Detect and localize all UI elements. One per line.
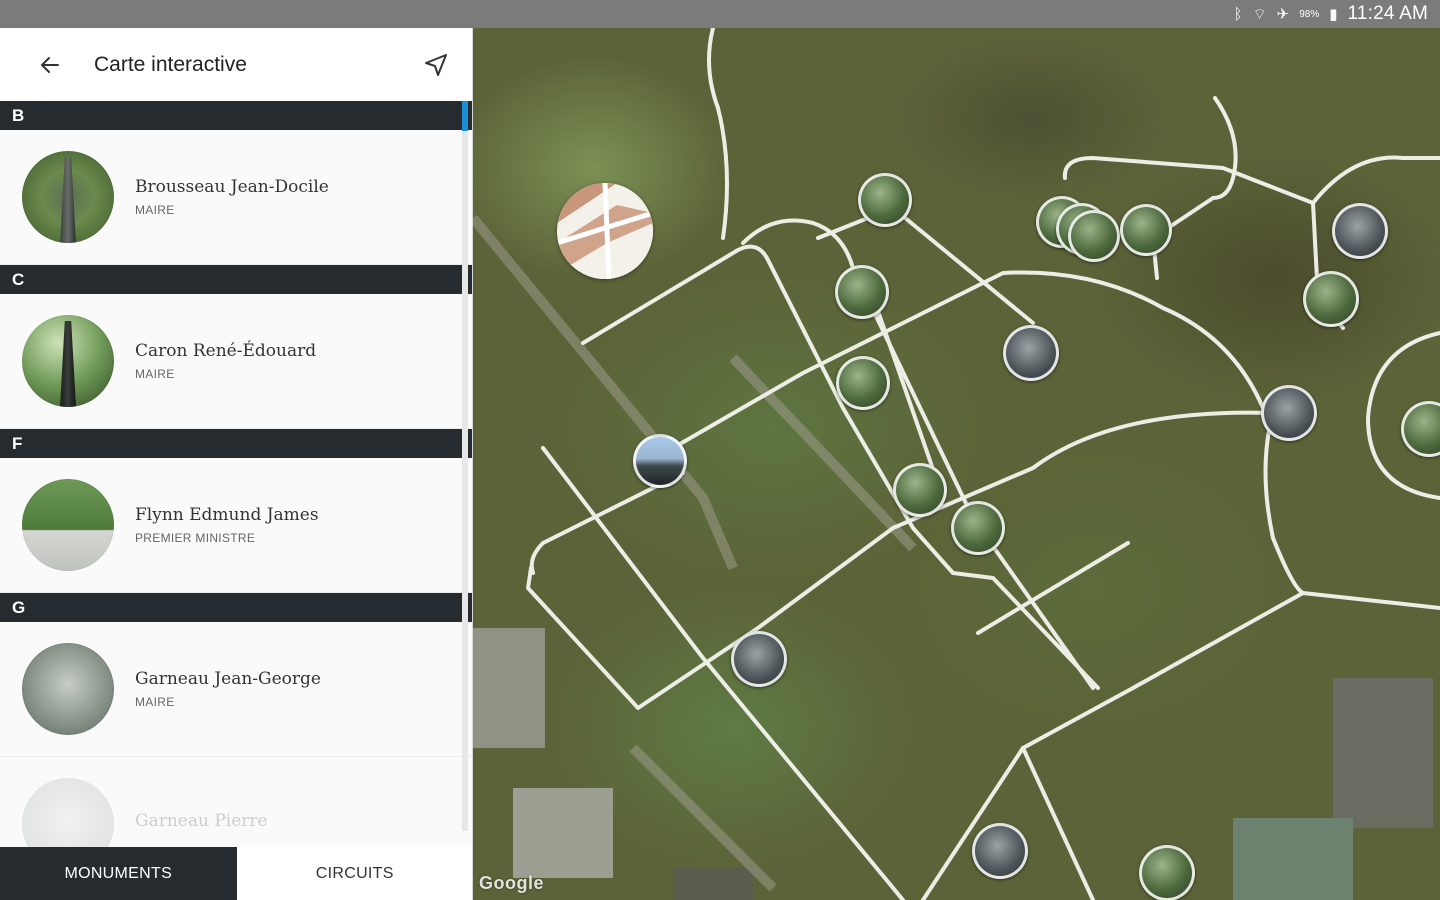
monument-thumbnail (22, 643, 114, 735)
map-marker[interactable] (858, 173, 912, 227)
section-header-c: C (0, 265, 472, 294)
scrollbar-track[interactable] (462, 131, 468, 831)
bottom-tabs: MONUMENTS CIRCUITS (0, 847, 473, 900)
wifi-icon: ⌔ (1252, 5, 1267, 23)
navigation-arrow-icon (425, 54, 447, 76)
section-header-f: F (0, 429, 472, 458)
tab-circuits[interactable]: CIRCUITS (237, 847, 473, 900)
arrow-left-icon (41, 56, 59, 73)
monument-name: Brousseau Jean-Docile (135, 177, 329, 197)
monument-name: Caron René-Édouard (135, 341, 317, 361)
airplane-mode-icon: ✈ (1276, 6, 1290, 23)
map-marker[interactable] (1068, 210, 1120, 262)
status-bar: ᛒ ⌔ ✈ 98% ▮ 11:24 AM (0, 0, 1440, 28)
clock: 11:24 AM (1347, 3, 1428, 24)
list-item[interactable]: Brousseau Jean-Docile MAIRE (0, 130, 472, 265)
map-marker[interactable] (835, 265, 889, 319)
map-marker[interactable] (731, 631, 787, 687)
monument-name: Garneau Jean-George (135, 669, 321, 689)
compass-icon (557, 183, 653, 279)
map-marker[interactable] (1332, 203, 1388, 259)
scrollbar-thumb[interactable] (462, 101, 468, 131)
map-marker[interactable] (893, 463, 947, 517)
satellite-map[interactable]: Google (473, 28, 1440, 900)
list-item[interactable]: Garneau Jean-George MAIRE (0, 622, 472, 757)
section-header-g: G (0, 593, 472, 622)
map-marker[interactable] (1261, 385, 1317, 441)
map-marker[interactable] (951, 501, 1005, 555)
map-marker[interactable] (1139, 845, 1195, 900)
page-title: Carte interactive (94, 52, 247, 76)
map-marker[interactable] (1120, 204, 1172, 256)
monument-role: MAIRE (135, 695, 175, 709)
app-toolbar: Carte interactive (0, 28, 472, 101)
map-marker[interactable] (1003, 325, 1059, 381)
back-button[interactable] (28, 43, 72, 87)
monument-list-panel: Carte interactive B Brousseau Jean-Docil… (0, 28, 473, 900)
battery-percent: 98% (1299, 8, 1320, 20)
monument-list[interactable]: B Brousseau Jean-Docile MAIRE C Caron Re… (0, 101, 472, 847)
monument-role: PREMIER MINISTRE (135, 531, 256, 545)
battery-icon: ▮ (1329, 6, 1338, 23)
list-item[interactable]: Flynn Edmund James PREMIER MINISTRE (0, 458, 472, 593)
list-item[interactable]: Garneau Pierre (0, 757, 472, 847)
monument-name: Flynn Edmund James (135, 505, 319, 525)
tab-monuments[interactable]: MONUMENTS (0, 847, 237, 900)
monument-thumbnail (22, 479, 114, 571)
navigate-button[interactable] (419, 48, 453, 82)
monument-thumbnail (22, 151, 114, 243)
monument-role: MAIRE (135, 367, 175, 381)
path-network (473, 28, 1440, 900)
bluetooth-icon: ᛒ (1233, 5, 1243, 23)
map-marker[interactable] (1303, 271, 1359, 327)
map-marker[interactable] (633, 434, 687, 488)
list-item[interactable]: Caron René-Édouard MAIRE (0, 294, 472, 429)
monument-role: MAIRE (135, 203, 175, 217)
monument-name: Garneau Pierre (135, 811, 268, 831)
map-attribution: Google (479, 873, 544, 893)
section-header-b: B (0, 101, 472, 130)
map-marker[interactable] (972, 823, 1028, 879)
compass-rose[interactable] (557, 183, 653, 279)
map-marker[interactable] (836, 356, 890, 410)
monument-thumbnail (22, 778, 114, 847)
monument-thumbnail (22, 315, 114, 407)
